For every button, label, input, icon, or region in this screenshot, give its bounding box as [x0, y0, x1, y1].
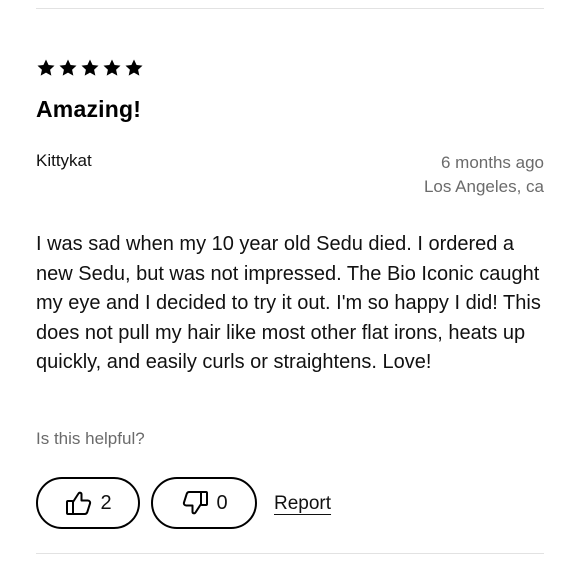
- helpful-button[interactable]: 2: [36, 477, 140, 529]
- helpful-count: 2: [100, 491, 112, 514]
- report-link[interactable]: Report: [274, 493, 331, 515]
- review-location: Los Angeles, ca: [423, 177, 544, 196]
- review-meta: 6 months ago Los Angeles, ca: [424, 151, 544, 199]
- unhelpful-count: 0: [216, 491, 228, 514]
- star-icon: [58, 58, 78, 78]
- star-rating: [36, 58, 144, 78]
- helpful-prompt: Is this helpful?: [36, 429, 145, 448]
- star-icon: [124, 58, 144, 78]
- review-time: 6 months ago: [440, 153, 544, 172]
- bottom-divider: [36, 553, 544, 554]
- thumbs-down-icon: [180, 488, 210, 518]
- thumbs-up-icon: [64, 488, 94, 518]
- star-icon: [80, 58, 100, 78]
- star-icon: [36, 58, 56, 78]
- review-card: Amazing! Kittykat 6 months ago Los Angel…: [36, 0, 544, 580]
- unhelpful-button[interactable]: 0: [151, 477, 257, 529]
- review-title: Amazing!: [36, 96, 142, 122]
- review-body: I was sad when my 10 year old Sedu died.…: [36, 233, 541, 373]
- review-author: Kittykat: [36, 151, 92, 170]
- star-icon: [102, 58, 122, 78]
